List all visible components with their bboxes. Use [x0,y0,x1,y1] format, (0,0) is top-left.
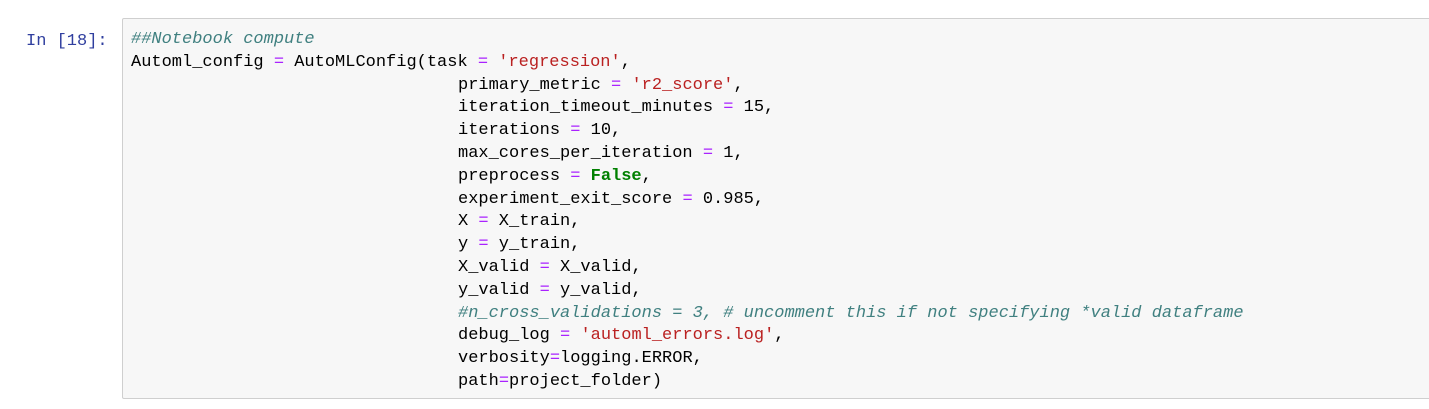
code-text: y_valid, [549,280,642,300]
code-text: y_train, [488,235,581,255]
code-line: X_valid = X_valid, [131,257,1244,280]
code-string: 'regression' [498,52,621,72]
input-prompt: In [18]: [26,32,108,51]
code-line: ##Notebook compute [131,29,1244,52]
code-operator: = [478,235,489,255]
code-operator: = [611,75,622,95]
code-text: 10, [580,121,622,141]
code-editor[interactable]: ##Notebook compute Automl_config = AutoML… [131,29,1244,394]
code-line: verbosity=logging.ERROR, [131,348,1244,371]
code-text: 15, [733,98,775,118]
code-operator: = [498,371,510,391]
code-comment: #n_cross_validations = 3, # uncomment th… [458,303,1244,323]
code-operator: = [539,257,550,277]
code-line: preprocess = False, [131,166,1244,189]
code-text: iteration_timeout_minutes [458,98,724,118]
code-line: primary_metric = 'r2_score', [131,75,1244,98]
code-text: project_folder) [509,371,663,391]
code-text: y [458,235,479,255]
code-text: X_valid [458,257,540,277]
code-text: primary_metric [458,75,612,95]
code-text: debug_log [458,326,561,346]
code-operator: = [539,280,550,300]
code-text: verbosity [458,349,550,369]
code-text: , [641,166,652,186]
code-operator: = [702,143,714,163]
code-text: , [620,52,631,72]
code-text: 1, [713,143,744,163]
notebook-code-cell: In [18]: ##Notebook compute Automl_config… [0,0,1429,409]
code-text: experiment_exit_score [458,189,683,209]
code-line: path=project_folder) [131,371,1244,394]
code-line: debug_log = 'automl_errors.log', [131,325,1244,348]
code-text: y_valid [458,280,540,300]
code-line: iterations = 10, [131,120,1244,143]
code-operator: = [478,212,489,232]
code-text: max_cores_per_iteration [458,143,703,163]
code-text: Automl_config [131,52,274,72]
code-operator: = [560,326,571,346]
code-operator: = [549,349,561,369]
code-text: path [458,371,499,391]
code-operator: = [570,121,581,141]
code-line: X = X_train, [131,211,1244,234]
code-line: Automl_config = AutoMLConfig(task = 'reg… [131,52,1244,75]
code-line: max_cores_per_iteration = 1, [131,143,1244,166]
code-line: y = y_train, [131,234,1244,257]
code-text: 0.985, [692,189,765,209]
code-text: iterations [458,121,571,141]
code-string: 'automl_errors.log' [580,326,775,346]
code-operator: = [723,98,734,118]
code-operator: = [273,52,285,72]
code-text: , [733,75,744,95]
code-string: 'r2_score' [631,75,734,95]
code-line: experiment_exit_score = 0.985, [131,189,1244,212]
code-operator: = [477,52,489,72]
code-operator: = [682,189,693,209]
code-line: y_valid = y_valid, [131,280,1244,303]
code-text: logging.ERROR, [560,349,703,369]
code-text: , [774,326,785,346]
code-text: X [458,212,479,232]
code-text: AutoMLConfig(task [284,52,478,72]
code-keyword: False [590,166,642,186]
code-text: X_valid, [549,257,642,277]
code-text: X_train, [488,212,581,232]
code-text: preprocess [458,166,571,186]
code-operator: = [570,166,581,186]
code-line: iteration_timeout_minutes = 15, [131,97,1244,120]
code-comment: ##Notebook compute [131,30,315,49]
code-line: #n_cross_validations = 3, # uncomment th… [131,303,1244,326]
